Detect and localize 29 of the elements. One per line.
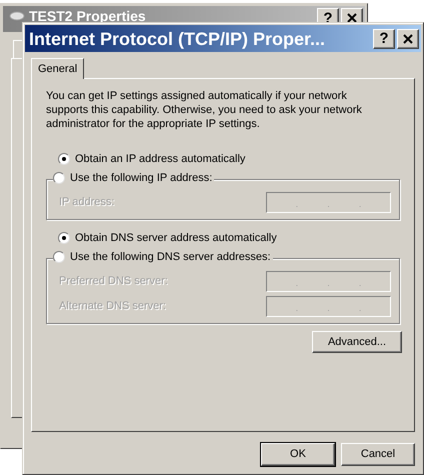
octet-separator: . [296,304,298,313]
octet-separator: . [296,279,298,288]
tab[interactable]: General [31,58,84,79]
intro-text: You can get IP settings assigned automatically if your network supports this capability. Otherwise, you need to ask your network administrator for the appropriate IP settings. [46,89,363,131]
close-button[interactable] [397,28,419,48]
radio-button[interactable] [58,232,70,244]
octet-separator: . [327,279,330,288]
radio-label: Obtain DNS server address automatically [75,232,277,244]
advanced-button[interactable]: Advanced... [312,331,402,353]
radio-button[interactable] [53,251,65,263]
radio-label: Use the following IP address: [70,172,212,184]
dialog-button[interactable]: OK [261,443,335,466]
radio-label: Obtain an IP address automatically [75,154,246,164]
network-icon [9,10,25,22]
dialog-button[interactable]: Cancel [341,443,415,466]
help-button[interactable]: ? [373,28,395,48]
window-title: Internet Protocol (TCP/IP) Proper... [29,30,326,48]
octet-separator: . [296,200,298,209]
radio-label: Use the following DNS server addresses: [70,252,271,262]
octet-separator: . [358,279,362,288]
window-title: TEST2 Properties [29,9,146,23]
radio-button[interactable] [58,153,70,165]
octet-separator: . [358,200,362,209]
radio-button[interactable] [53,172,65,184]
octet-separator: . [358,304,362,313]
close-icon [347,13,357,23]
octet-separator: . [327,200,330,209]
close-icon [403,34,413,44]
octet-separator: . [327,304,330,313]
